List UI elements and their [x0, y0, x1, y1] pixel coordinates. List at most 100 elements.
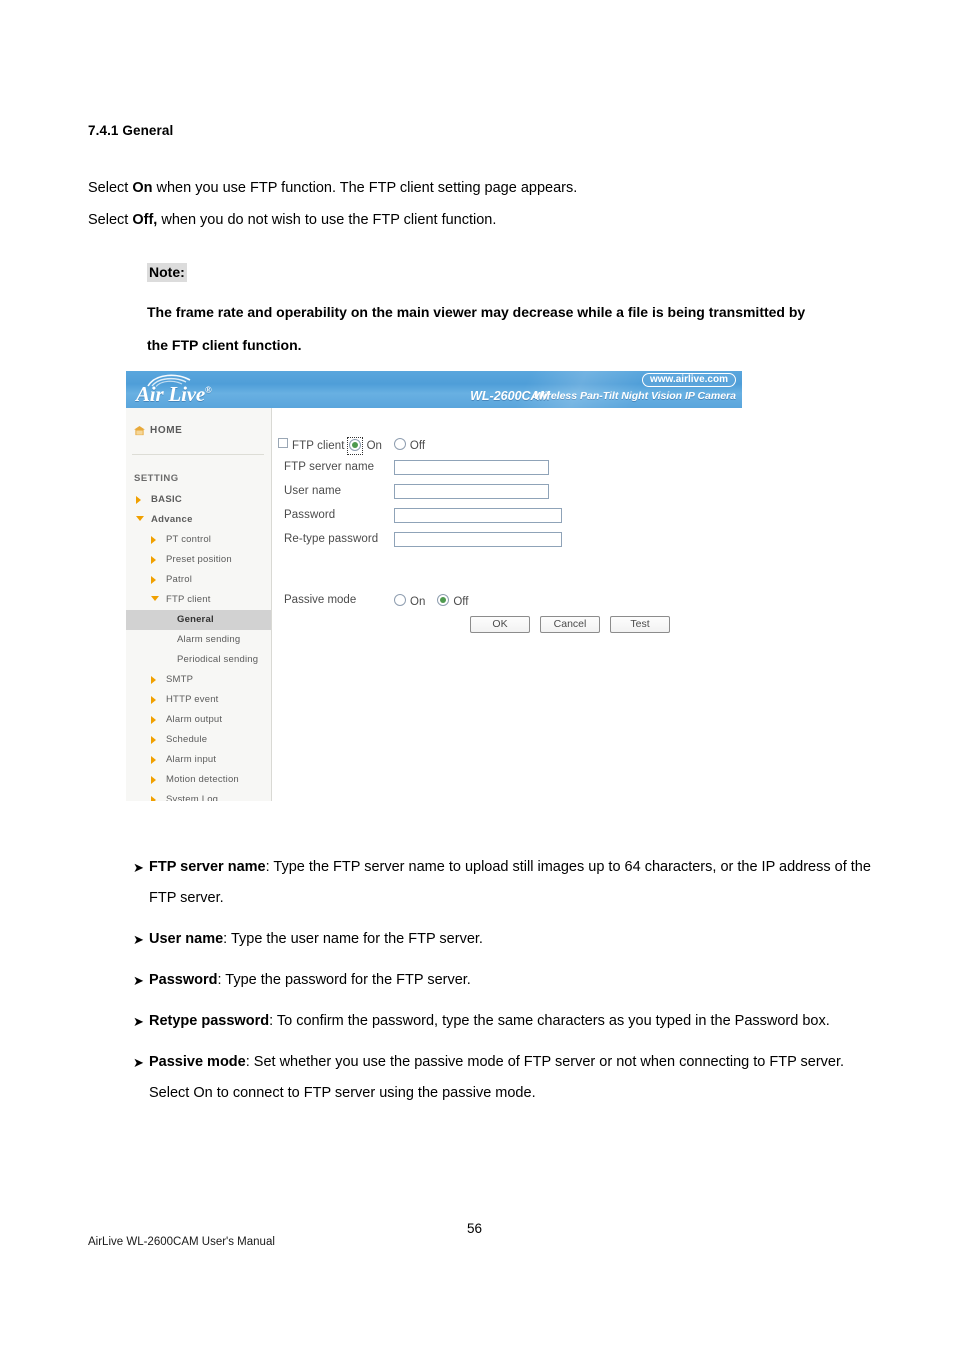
sidebar-item-schedule[interactable]: Schedule [126, 730, 271, 750]
password-label: Password [284, 509, 336, 521]
chevron-right-icon [151, 696, 156, 704]
footer-page-number: 56 [467, 1221, 483, 1236]
sidebar-item-label: Preset position [166, 554, 232, 565]
ftp-client-label: FTP client [292, 440, 345, 452]
paragraph-2-bold: Off, [132, 212, 158, 228]
sidebar-item-preset-position[interactable]: Preset position [126, 550, 271, 570]
airlive-logo: Air Live® [134, 373, 294, 407]
list-item-term: Retype password [149, 1013, 270, 1029]
test-button[interactable]: Test [610, 616, 670, 633]
sidebar-item-label: SMTP [166, 674, 194, 685]
chevron-right-icon [151, 756, 156, 764]
list-item-term: Passive mode [149, 1054, 246, 1070]
paragraph-2-lead: Select [88, 212, 133, 228]
chevron-right-icon [151, 676, 156, 684]
ftp-client-checkbox[interactable] [278, 438, 288, 448]
sidebar-item-general[interactable]: General [126, 610, 271, 630]
sidebar-item-alarm-output[interactable]: Alarm output [126, 710, 271, 730]
passive-mode-off-label: Off [453, 596, 469, 608]
sidebar-item-label: Periodical sending [177, 654, 259, 665]
intro-paragraph-1: Select On when you use FTP function. The… [88, 179, 577, 197]
note-block: Note: The frame rate and operability on … [147, 263, 847, 362]
chevron-right-icon [136, 496, 141, 504]
passive-mode-off-radio[interactable] [437, 594, 450, 606]
paragraph-1-bold: On [132, 180, 153, 196]
list-item-text: : To confirm the password, type the same… [269, 1013, 830, 1029]
chevron-right-icon [151, 736, 156, 744]
ftp-server-name-input[interactable] [394, 460, 549, 475]
ftp-client-on-label: On [366, 440, 382, 452]
page-title: 7.4.1 General [88, 123, 174, 138]
sidebar-item-basic[interactable]: BASIC [126, 490, 271, 510]
list-item: ➤ Passive mode: Set whether you use the p… [133, 1047, 873, 1109]
chevron-right-icon [151, 716, 156, 724]
sidebar-divider [132, 454, 264, 455]
sidebar-item-label: Alarm input [166, 754, 217, 765]
retype-password-input[interactable] [394, 532, 562, 547]
website-url-badge[interactable]: www.airlive.com [642, 373, 736, 387]
sidebar-item-label: System Log [166, 794, 219, 801]
sidebar-item-patrol[interactable]: Patrol [126, 570, 271, 590]
bullet-arrow-icon: ➤ [133, 1014, 144, 1029]
sidebar-item-smtp[interactable]: SMTP [126, 670, 271, 690]
chevron-right-icon [151, 576, 156, 584]
passive-mode-on-radio[interactable] [394, 594, 406, 606]
user-name-input[interactable] [394, 484, 549, 499]
note-body: The frame rate and operability on the ma… [147, 304, 806, 353]
note-label: Note: [147, 263, 187, 282]
field-description-list: ➤ FTP server name: Type the FTP server na… [133, 852, 873, 1119]
retype-password-label: Re-type password [284, 533, 379, 545]
chevron-right-icon [151, 536, 156, 544]
list-item-text: : Set whether you use the passive mode o… [149, 1054, 845, 1101]
sidebar-item-label: Advance [151, 514, 193, 525]
list-item: ➤ FTP server name: Type the FTP server na… [133, 852, 873, 914]
logo-wordmark: Air Live® [136, 382, 212, 407]
ftp-client-toggle-row: FTP client On Off [278, 437, 426, 455]
camera-web-ui-screenshot: Air Live® www.airlive.com WL-2600CAM Wir… [126, 371, 742, 801]
ftp-server-name-label: FTP server name [284, 461, 375, 473]
settings-form: FTP client On Off FTP server name User nam… [272, 408, 742, 801]
ftp-client-on-radio[interactable] [348, 439, 361, 451]
list-item-term: FTP server name [149, 859, 266, 875]
sidebar-item-pt-control[interactable]: PT control [126, 530, 271, 550]
ftp-client-off-radio[interactable] [393, 438, 406, 450]
chevron-right-icon [151, 776, 156, 784]
ftp-client-on-focus-ring [346, 437, 363, 455]
logo-registered-mark: ® [204, 385, 212, 395]
sidebar-item-alarm-sending[interactable]: Alarm sending [126, 630, 271, 650]
paragraph-2-rest: when you do not wish to use the FTP clie… [157, 212, 497, 228]
password-input[interactable] [394, 508, 562, 523]
sidebar-item-advance[interactable]: Advance [126, 510, 271, 530]
sidebar-item-ftp-client[interactable]: FTP client [126, 590, 271, 610]
list-item-text: : Type the user name for the FTP server. [223, 931, 483, 947]
bullet-arrow-icon: ➤ [133, 932, 144, 947]
cancel-button[interactable]: Cancel [540, 616, 600, 633]
chevron-right-icon [151, 796, 156, 801]
sidebar-item-system-log[interactable]: System Log [126, 790, 271, 801]
list-item: ➤ Retype password: To confirm the passwor… [133, 1006, 873, 1037]
sidebar-item-http-event[interactable]: HTTP event [126, 690, 271, 710]
sidebar-item-label: General [177, 614, 214, 625]
sidebar-item-label: Alarm sending [177, 634, 241, 645]
list-item-term: Password [149, 972, 218, 988]
ok-button[interactable]: OK [470, 616, 530, 633]
paragraph-1-rest: when you use FTP function. The FTP clien… [152, 180, 578, 196]
list-item-term: User name [149, 931, 224, 947]
sidebar-item-label: Alarm output [166, 714, 223, 725]
sidebar: HOME SETTING BASIC Advance PT control Prese… [126, 408, 272, 801]
list-item: ➤ Password: Type the password for the FTP… [133, 965, 873, 996]
sidebar-item-motion-detection[interactable]: Motion detection [126, 770, 271, 790]
sidebar-item-periodical-sending[interactable]: Periodical sending [126, 650, 271, 670]
footer-manual-title: AirLive WL-2600CAM User's Manual [88, 1236, 275, 1248]
sidebar-item-label: FTP client [166, 594, 211, 605]
sidebar-item-home[interactable]: HOME [126, 424, 271, 444]
product-tagline: Wireless Pan-Tilt Night Vision IP Camera [534, 390, 736, 402]
sidebar-item-label: PT control [166, 534, 212, 545]
ftp-client-off-label: Off [409, 440, 426, 452]
passive-mode-radio-group: On Off [394, 594, 468, 608]
bullet-arrow-icon: ➤ [133, 973, 144, 988]
form-button-row: OK Cancel Test [470, 616, 680, 633]
sidebar-item-alarm-input[interactable]: Alarm input [126, 750, 271, 770]
sidebar-home-label: HOME [150, 425, 183, 436]
sidebar-item-label: Motion detection [166, 774, 239, 785]
